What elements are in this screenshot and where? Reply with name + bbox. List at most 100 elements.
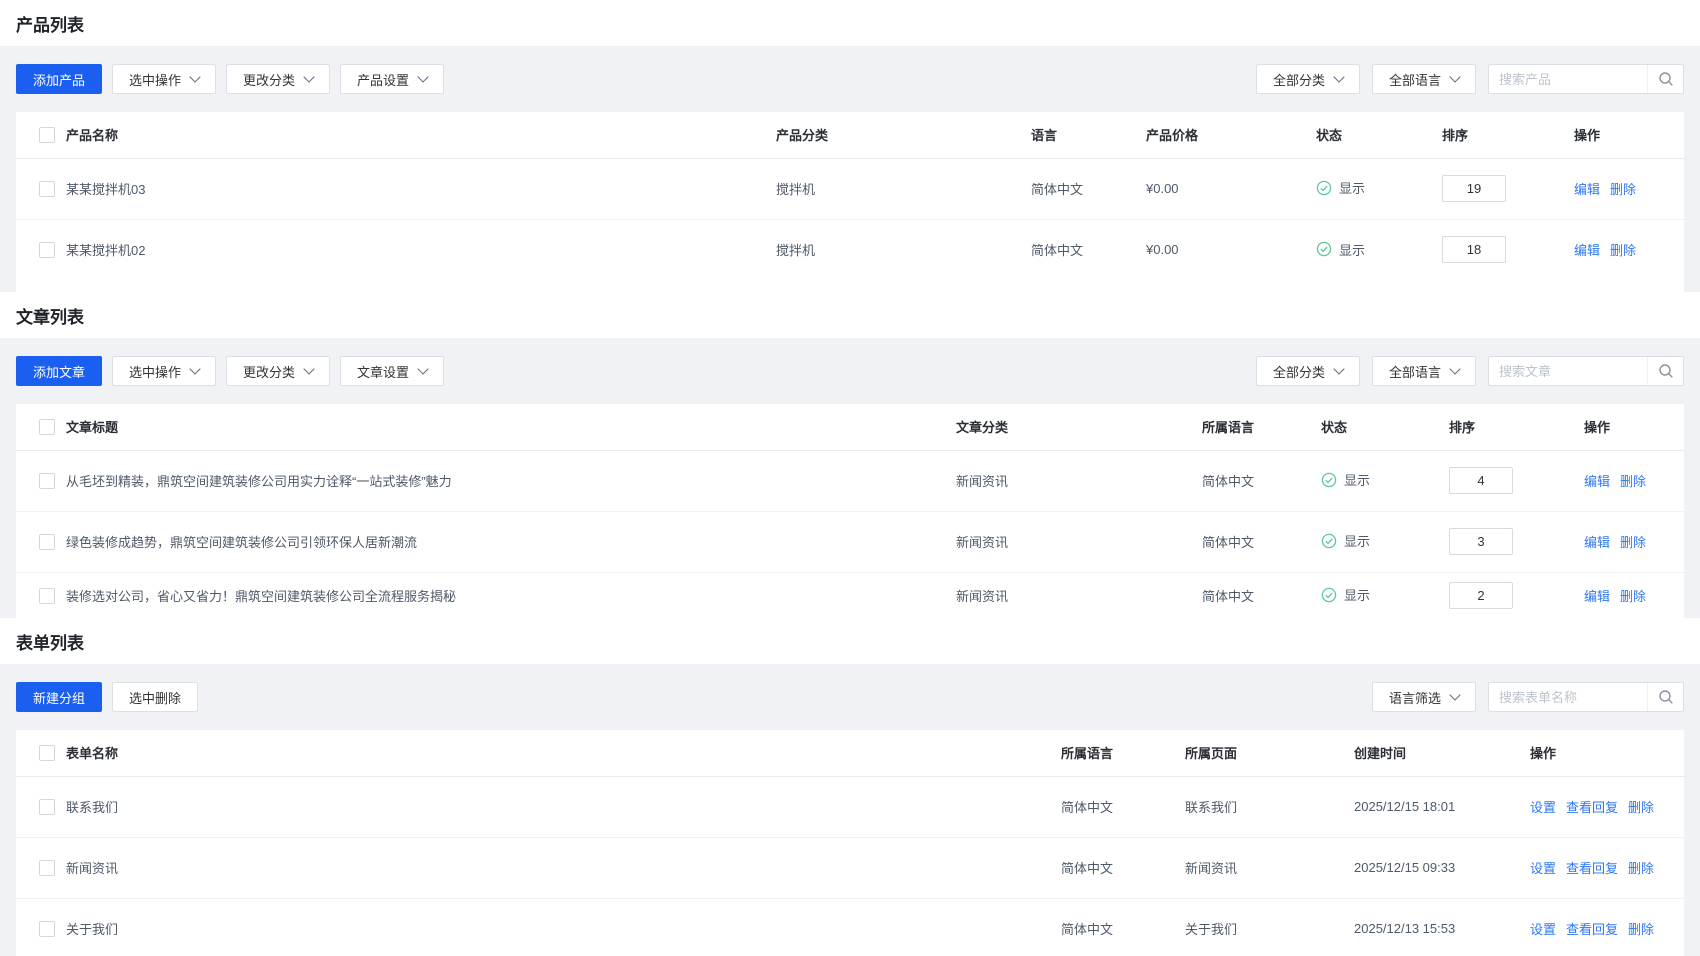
view-replies-link[interactable]: 查看回复 [1566, 919, 1618, 938]
chevron-down-icon [303, 71, 314, 82]
articles-table: 文章标题 文章分类 所属语言 状态 排序 操作 从毛坯到精装，鼎筑空间建筑装修公… [16, 404, 1686, 618]
products-language-filter[interactable]: 全部语言 [1372, 64, 1476, 94]
articles-section-header: 文章列表 [0, 292, 1700, 338]
chevron-down-icon [1333, 363, 1344, 374]
settings-link[interactable]: 设置 [1530, 858, 1556, 877]
column-header: 操作 [1530, 730, 1686, 776]
articles-search-input[interactable] [1489, 357, 1647, 385]
edit-link[interactable]: 编辑 [1574, 179, 1600, 198]
column-header: 表单名称 [66, 730, 1061, 776]
products-change-category-dropdown[interactable]: 更改分类 [226, 64, 330, 94]
column-header: 排序 [1442, 112, 1574, 158]
select-all-checkbox[interactable] [39, 419, 55, 435]
column-header: 文章标题 [66, 404, 956, 450]
product-category: 搅拌机 [776, 158, 1031, 219]
articles-language-filter[interactable]: 全部语言 [1372, 356, 1476, 386]
table-row: 关于我们 简体中文 关于我们 2025/12/13 15:53 设置 查看回复 … [16, 898, 1686, 956]
delete-link[interactable]: 删除 [1620, 471, 1646, 490]
sort-input[interactable] [1449, 467, 1513, 494]
delete-link[interactable]: 删除 [1610, 240, 1636, 259]
edit-link[interactable]: 编辑 [1584, 471, 1610, 490]
form-language: 简体中文 [1061, 776, 1185, 837]
products-search-input[interactable] [1489, 65, 1647, 93]
delete-link[interactable]: 删除 [1628, 797, 1654, 816]
status-label: 显示 [1344, 531, 1370, 550]
product-price: ¥0.00 [1146, 219, 1316, 280]
article-category: 新闻资讯 [956, 511, 1202, 572]
articles-change-category-dropdown[interactable]: 更改分类 [226, 356, 330, 386]
chevron-down-icon [1333, 71, 1344, 82]
delete-link[interactable]: 删除 [1620, 586, 1646, 605]
column-header: 产品价格 [1146, 112, 1316, 158]
articles-search [1488, 356, 1684, 386]
sort-input[interactable] [1442, 236, 1506, 263]
forms-language-filter[interactable]: 语言筛选 [1372, 682, 1476, 712]
articles-category-filter[interactable]: 全部分类 [1256, 356, 1360, 386]
sort-input[interactable] [1449, 528, 1513, 555]
edit-link[interactable]: 编辑 [1574, 240, 1600, 259]
delete-selected-button[interactable]: 选中删除 [112, 682, 198, 712]
chevron-down-icon [1449, 71, 1460, 82]
article-category: 新闻资讯 [956, 450, 1202, 511]
form-created-time: 2025/12/15 18:01 [1354, 776, 1530, 837]
edit-link[interactable]: 编辑 [1584, 532, 1610, 551]
forms-table-card: 表单名称 所属语言 所属页面 创建时间 操作 联系我们 简体中文 联系我们 20… [16, 730, 1684, 956]
select-all-checkbox[interactable] [39, 745, 55, 761]
settings-link[interactable]: 设置 [1530, 919, 1556, 938]
products-category-filter[interactable]: 全部分类 [1256, 64, 1360, 94]
form-language: 简体中文 [1061, 898, 1185, 956]
select-all-checkbox[interactable] [39, 127, 55, 143]
column-header: 产品名称 [66, 112, 776, 158]
row-checkbox[interactable] [39, 242, 55, 258]
status-label: 显示 [1339, 178, 1365, 197]
row-checkbox[interactable] [39, 473, 55, 489]
product-name: 某某搅拌机03 [66, 158, 776, 219]
delete-link[interactable]: 删除 [1620, 532, 1646, 551]
new-group-button[interactable]: 新建分组 [16, 682, 102, 712]
column-header: 操作 [1574, 112, 1686, 158]
articles-selected-actions-dropdown[interactable]: 选中操作 [112, 356, 216, 386]
products-selected-actions-dropdown[interactable]: 选中操作 [112, 64, 216, 94]
articles-toolbar: 添加文章 选中操作 更改分类 文章设置 全部分类 全部语言 [0, 338, 1700, 404]
article-language: 简体中文 [1202, 450, 1321, 511]
chevron-down-icon [189, 71, 200, 82]
view-replies-link[interactable]: 查看回复 [1566, 858, 1618, 877]
dropdown-label: 选中操作 [129, 362, 181, 381]
delete-link[interactable]: 删除 [1610, 179, 1636, 198]
article-category: 新闻资讯 [956, 572, 1202, 618]
add-article-button[interactable]: 添加文章 [16, 356, 102, 386]
column-header: 状态 [1316, 112, 1442, 158]
delete-link[interactable]: 删除 [1628, 858, 1654, 877]
row-checkbox[interactable] [39, 534, 55, 550]
products-table: 产品名称 产品分类 语言 产品价格 状态 排序 操作 某某搅拌机03 搅拌机 简… [16, 112, 1686, 280]
sort-input[interactable] [1449, 582, 1513, 609]
search-icon[interactable] [1647, 357, 1683, 385]
form-name: 新闻资讯 [66, 837, 1061, 898]
row-checkbox[interactable] [39, 181, 55, 197]
search-icon[interactable] [1647, 683, 1683, 711]
chevron-down-icon [417, 71, 428, 82]
status-badge: 显示 [1321, 531, 1370, 550]
settings-link[interactable]: 设置 [1530, 797, 1556, 816]
row-checkbox[interactable] [39, 799, 55, 815]
view-replies-link[interactable]: 查看回复 [1566, 797, 1618, 816]
status-success-icon [1321, 587, 1337, 603]
sort-input[interactable] [1442, 175, 1506, 202]
row-checkbox[interactable] [39, 860, 55, 876]
row-checkbox[interactable] [39, 588, 55, 604]
form-created-time: 2025/12/13 15:53 [1354, 898, 1530, 956]
search-icon[interactable] [1647, 65, 1683, 93]
products-settings-dropdown[interactable]: 产品设置 [340, 64, 444, 94]
column-header: 所属页面 [1185, 730, 1354, 776]
column-header: 创建时间 [1354, 730, 1530, 776]
row-checkbox[interactable] [39, 921, 55, 937]
chevron-down-icon [303, 363, 314, 374]
articles-settings-dropdown[interactable]: 文章设置 [340, 356, 444, 386]
add-product-button[interactable]: 添加产品 [16, 64, 102, 94]
edit-link[interactable]: 编辑 [1584, 586, 1610, 605]
chevron-down-icon [189, 363, 200, 374]
delete-link[interactable]: 删除 [1628, 919, 1654, 938]
forms-search-input[interactable] [1489, 683, 1647, 711]
article-title: 装修选对公司，省心又省力！鼎筑空间建筑装修公司全流程服务揭秘 [66, 572, 956, 618]
forms-search [1488, 682, 1684, 712]
